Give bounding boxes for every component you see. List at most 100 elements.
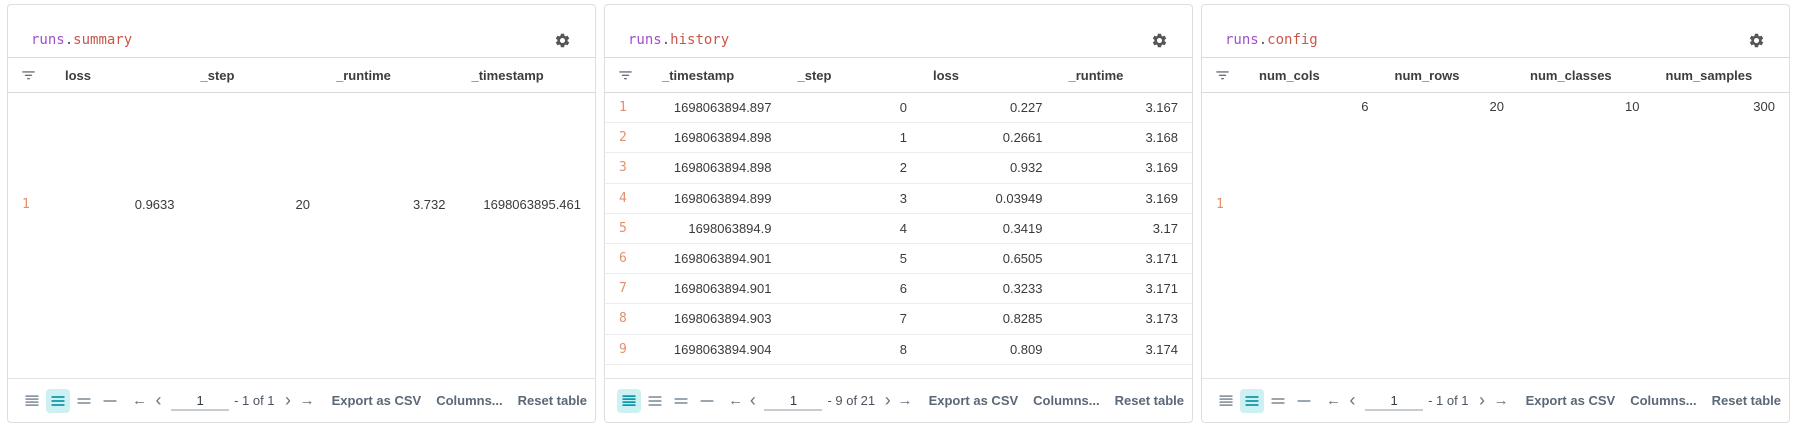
next-page-button[interactable]: › [879, 389, 896, 413]
table-row[interactable]: 3 1698063894.898 2 0.932 3.169 [605, 153, 1192, 184]
filter-icon [22, 70, 35, 79]
column-header-num_rows[interactable]: num_rows [1383, 58, 1519, 92]
filter-button[interactable] [21, 68, 36, 83]
table-cell: 3.169 [1145, 190, 1178, 206]
table-cell: 4 [899, 220, 907, 236]
prev-page-button[interactable]: ‹ [744, 389, 761, 413]
table-row[interactable]: 8 1698063894.903 7 0.8285 3.173 [605, 304, 1192, 335]
table-row[interactable]: 6 1698063894.901 5 0.6505 3.171 [605, 244, 1192, 275]
page-range-label: - 1 of 1 [234, 393, 275, 408]
column-header-_timestamp[interactable]: _timestamp [460, 58, 596, 92]
table-row[interactable]: 1 1698063894.897 0 0.227 3.167 [605, 93, 1192, 124]
table-cell: 7 [899, 311, 907, 327]
page-number-input[interactable] [171, 390, 230, 411]
row-height-3-lines-button[interactable] [46, 388, 70, 413]
row-index: 1 [22, 196, 30, 212]
table-cell: 1698063894.898 [673, 160, 772, 176]
prev-page-button[interactable]: ‹ [149, 389, 168, 413]
export-csv-button[interactable]: Export as CSV [332, 393, 422, 408]
columns-button[interactable]: Columns... [436, 393, 502, 408]
settings-button[interactable] [1150, 31, 1168, 49]
table-row[interactable]: 2 1698063894.898 1 0.2661 3.168 [605, 123, 1192, 154]
table-cell: 0.932 [1009, 160, 1043, 176]
prev-page-button[interactable]: ‹ [1343, 389, 1362, 413]
column-header-loss[interactable]: loss [53, 58, 189, 92]
last-page-button[interactable]: → [1492, 389, 1511, 413]
page-number-input[interactable] [1365, 390, 1424, 411]
reset-table-button[interactable]: Reset table [1712, 393, 1781, 408]
export-csv-button[interactable]: Export as CSV [1526, 393, 1616, 408]
columns-button[interactable]: Columns... [1630, 393, 1696, 408]
last-page-button[interactable]: → [298, 389, 317, 413]
table-toolbar: ← ‹ - 1 of 1 › → Export as CSV Columns..… [1202, 378, 1789, 422]
next-page-button[interactable]: › [279, 389, 298, 413]
row-height-1-lines-button[interactable] [695, 389, 719, 413]
table-cell: 1698063894.899 [673, 190, 772, 206]
column-header-_runtime[interactable]: _runtime [324, 58, 460, 92]
row-index: 6 [619, 251, 627, 267]
table-cell: 10 [1625, 99, 1640, 114]
table-body: 1 0.9633 20 3.732 1698063895.461 [8, 93, 595, 378]
table-row[interactable]: 7 1698063894.901 6 0.3233 3.171 [605, 274, 1192, 305]
column-header-row: num_cols num_rows num_classes num_samples [1202, 57, 1789, 93]
filter-button[interactable] [1215, 68, 1230, 83]
table-cell: 0.6505 [1002, 251, 1043, 267]
column-header-loss[interactable]: loss [921, 58, 1057, 92]
table-cell: 3.17 [1152, 220, 1178, 236]
export-csv-button[interactable]: Export as CSV [929, 393, 1019, 408]
row-index: 1 [1216, 196, 1224, 212]
row-height-4-lines-button[interactable] [1214, 389, 1238, 413]
panels-row: runs.summary loss _step _runtime _timestamp… [0, 0, 1797, 427]
row-height-2-lines-button[interactable] [1266, 389, 1290, 413]
panel-header: runs.history [605, 5, 1192, 57]
table-cell: 0.227 [1009, 100, 1043, 116]
next-page-button[interactable]: › [1473, 389, 1492, 413]
row-height-3-lines-button[interactable] [1240, 388, 1264, 413]
first-page-button[interactable]: ← [727, 389, 744, 413]
table-cell: 3.174 [1145, 341, 1178, 357]
page-number-input[interactable] [764, 390, 823, 411]
first-page-button[interactable]: ← [1324, 389, 1343, 413]
column-header-_step[interactable]: _step [786, 58, 922, 92]
table-cell: 1698063894.897 [673, 100, 772, 116]
column-header-_timestamp[interactable]: _timestamp [650, 58, 786, 92]
table-row[interactable]: 4 1698063894.899 3 0.03949 3.169 [605, 184, 1192, 214]
row-height-2-lines-button[interactable] [72, 389, 96, 413]
table-row[interactable]: 5 1698063894.9 4 0.3419 3.17 [605, 214, 1192, 244]
row-height-4-lines-button[interactable] [617, 388, 641, 413]
filter-button[interactable] [618, 68, 633, 83]
panel-title-name: config [1267, 32, 1318, 48]
table-row[interactable]: 9 1698063894.904 8 0.809 3.174 [605, 335, 1192, 365]
rows-1-icon [103, 399, 117, 402]
row-height-4-lines-button[interactable] [20, 389, 44, 413]
panel-runs-config: runs.config num_cols num_rows num_classes n… [1201, 4, 1790, 423]
column-header-num_samples[interactable]: num_samples [1654, 58, 1790, 92]
row-height-2-lines-button[interactable] [669, 389, 693, 413]
last-page-button[interactable]: → [896, 389, 913, 413]
table-row[interactable]: 1 0.9633 20 3.732 1698063895.461 [8, 93, 595, 315]
panel-title: runs.config [1225, 31, 1318, 49]
rows-2-icon [674, 397, 688, 404]
column-header-_step[interactable]: _step [189, 58, 325, 92]
column-header-num_cols[interactable]: num_cols [1247, 58, 1383, 92]
panel-title-prefix: runs [31, 32, 65, 48]
row-height-controls [617, 388, 719, 413]
settings-button[interactable] [1747, 31, 1765, 49]
table-row[interactable]: 1 6 20 10 300 [1202, 93, 1789, 315]
panel-title-dot: . [1258, 32, 1268, 48]
columns-button[interactable]: Columns... [1033, 393, 1099, 408]
row-height-3-lines-button[interactable] [643, 389, 667, 413]
table-cell: 1698063895.461 [483, 196, 581, 212]
panel-title: runs.summary [31, 31, 132, 49]
panel-header: runs.summary [8, 5, 595, 57]
column-header-num_classes[interactable]: num_classes [1518, 58, 1654, 92]
row-height-1-lines-button[interactable] [98, 389, 122, 413]
column-header-_runtime[interactable]: _runtime [1057, 58, 1193, 92]
table-cell: 1 [899, 130, 907, 146]
settings-button[interactable] [553, 31, 571, 49]
reset-table-button[interactable]: Reset table [518, 393, 587, 408]
table-cell: 1698063894.904 [673, 341, 772, 357]
reset-table-button[interactable]: Reset table [1115, 393, 1184, 408]
row-height-1-lines-button[interactable] [1292, 389, 1316, 413]
first-page-button[interactable]: ← [130, 389, 149, 413]
